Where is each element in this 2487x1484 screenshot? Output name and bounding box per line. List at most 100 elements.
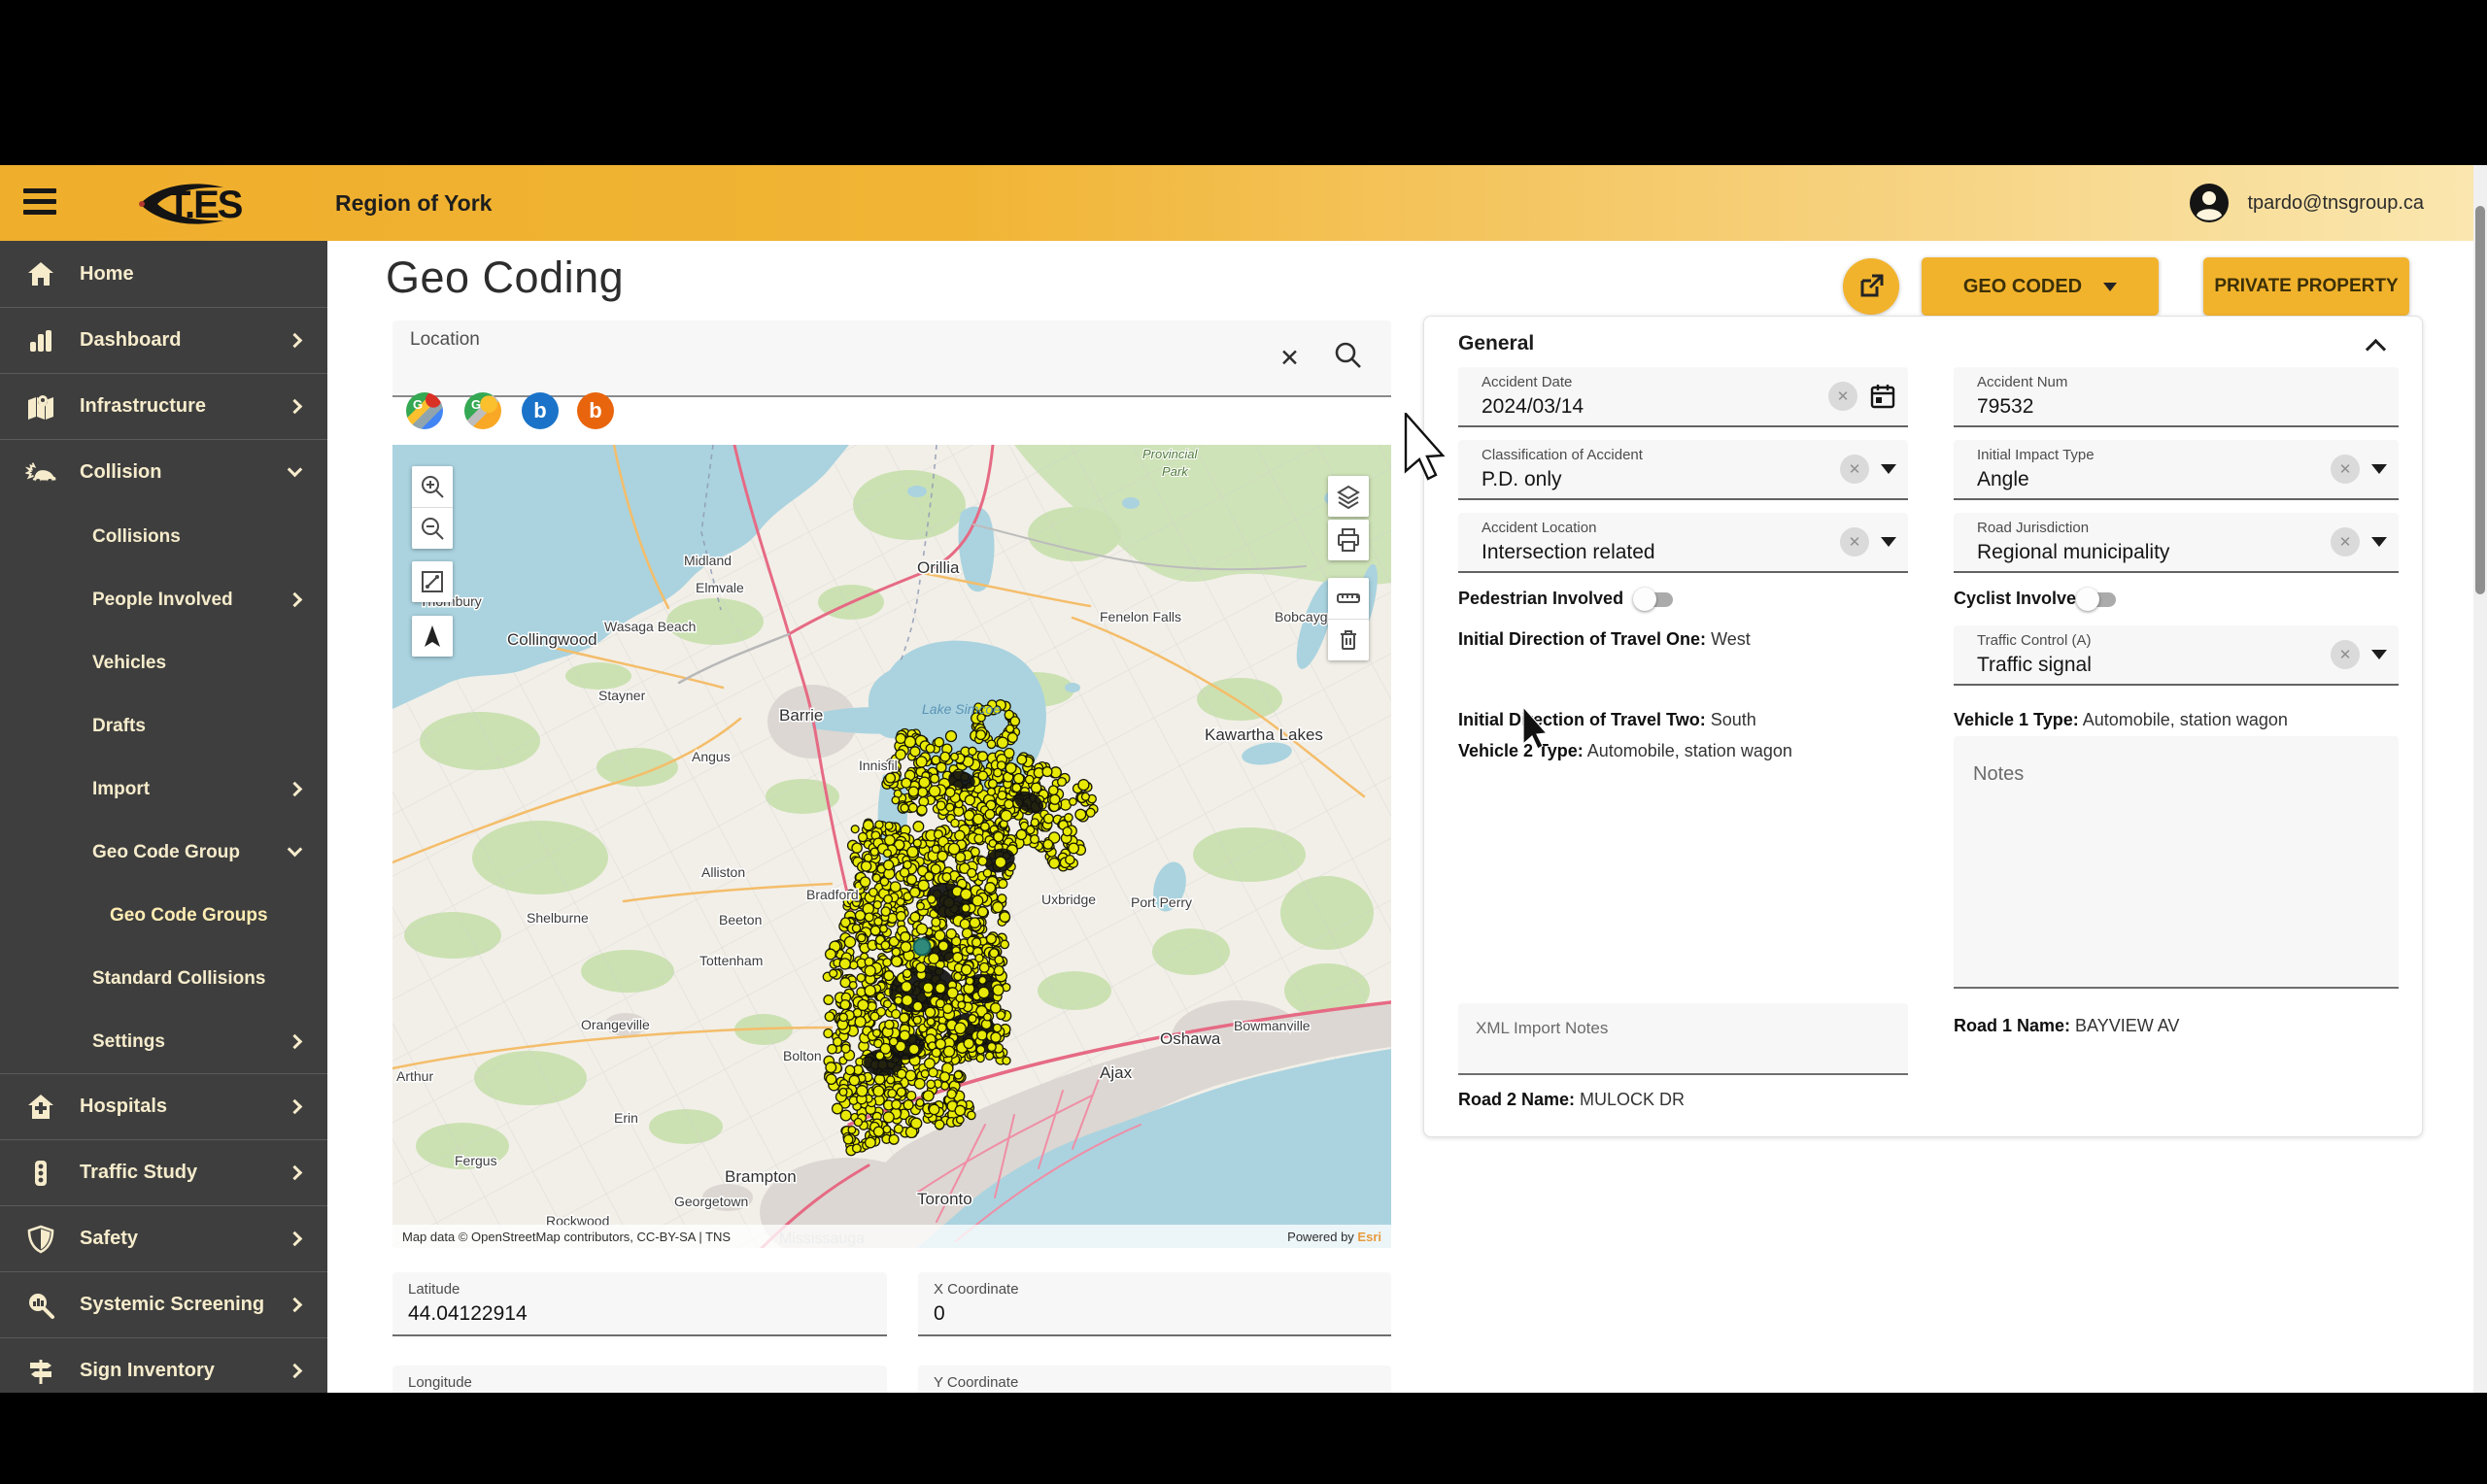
sidebar-item-standard-collisions[interactable]: Standard Collisions: [0, 947, 327, 1010]
initial-impact-field[interactable]: Initial Impact Type Angle ✕: [1954, 440, 2399, 500]
sidebar-item-settings[interactable]: Settings: [0, 1010, 327, 1073]
sidebar-item-vehicles[interactable]: Vehicles: [0, 631, 327, 694]
sidebar-item-home[interactable]: Home: [0, 241, 327, 307]
field-value: 0: [934, 1302, 945, 1326]
sidebar-item-hospitals[interactable]: Hospitals: [0, 1073, 327, 1139]
sidebar-item-label: Import: [92, 779, 290, 800]
cyclist-involved-toggle[interactable]: [2079, 592, 2116, 607]
sidebar-item-collision[interactable]: Collision: [0, 439, 327, 505]
private-property-button[interactable]: PRIVATE PROPERTY: [2203, 257, 2409, 316]
map-label: Ajax: [1100, 1063, 1133, 1082]
dropdown-caret-icon[interactable]: [1881, 464, 1896, 474]
map-label: Fergus: [455, 1153, 497, 1168]
sketch-tool-group: [412, 561, 453, 602]
collapse-panel-icon[interactable]: [2366, 339, 2386, 359]
field-label: Classification of Accident: [1482, 447, 1643, 463]
search-icon[interactable]: [1333, 340, 1362, 374]
map-label: Uxbridge: [1041, 892, 1096, 907]
notes-textarea[interactable]: [1954, 736, 2399, 989]
field-label: Accident Date: [1482, 374, 1572, 390]
sidebar-item-drafts[interactable]: Drafts: [0, 694, 327, 758]
x-coordinate-field[interactable]: X Coordinate0: [918, 1272, 1391, 1336]
page-scrollbar-thumb[interactable]: [2475, 206, 2485, 594]
trash-button[interactable]: [1328, 620, 1369, 660]
field-value: P.D. only: [1482, 468, 1562, 491]
clear-icon[interactable]: ✕: [2331, 527, 2360, 556]
search-clear-icon[interactable]: ✕: [1279, 344, 1300, 373]
longitude-field[interactable]: Longitude: [392, 1366, 887, 1393]
sidebar-item-import[interactable]: Import: [0, 758, 327, 821]
y-coordinate-field[interactable]: Y Coordinate: [918, 1366, 1391, 1393]
user-chip[interactable]: tpardo@tnsgroup.ca: [2189, 165, 2424, 241]
zoom-out-button[interactable]: [412, 508, 453, 549]
bing-maps-link-icon[interactable]: b: [522, 392, 559, 429]
dropdown-caret-icon[interactable]: [2371, 650, 2387, 659]
latitude-field[interactable]: Latitude44.04122914: [392, 1272, 887, 1336]
accident-location-field[interactable]: Accident Location Intersection related ✕: [1458, 513, 1908, 573]
road-jurisdiction-field[interactable]: Road Jurisdiction Regional municipality …: [1954, 513, 2399, 573]
page-scrollbar-track[interactable]: [2473, 165, 2487, 1393]
dropdown-caret-icon[interactable]: [1881, 537, 1896, 547]
layers-group: [1328, 476, 1369, 517]
map-label: Barrie: [779, 706, 823, 725]
clear-icon[interactable]: ✕: [2331, 455, 2360, 484]
field-label: Latitude: [408, 1281, 460, 1298]
bing-aerial-link-icon[interactable]: b: [577, 392, 614, 429]
sidebar-item-traffic-study[interactable]: Traffic Study: [0, 1139, 327, 1205]
layers-button[interactable]: [1328, 476, 1369, 517]
sidebar-item-infrastructure[interactable]: Infrastructure: [0, 373, 327, 439]
measure-button[interactable]: [1328, 578, 1369, 619]
sidebar-item-people-involved[interactable]: People Involved: [0, 568, 327, 631]
select-area-button[interactable]: [412, 561, 453, 602]
dropdown-caret-icon[interactable]: [2371, 537, 2387, 547]
clear-icon[interactable]: ✕: [1840, 455, 1869, 484]
google-maps-link-icon[interactable]: [406, 392, 443, 429]
print-button[interactable]: [1328, 520, 1369, 560]
sidebar-item-sign-inventory[interactable]: Sign Inventory: [0, 1337, 327, 1393]
zoom-in-button[interactable]: [412, 466, 453, 507]
map-label: Kawartha Lakes: [1205, 725, 1323, 744]
calendar-icon[interactable]: [1869, 383, 1896, 410]
map-canvas[interactable]: ProvincialParkMidlandOrilliaElmvaleFenel…: [392, 445, 1391, 1248]
field-label: Traffic Control (A): [1977, 632, 2092, 649]
classification-field[interactable]: Classification of Accident P.D. only ✕: [1458, 440, 1908, 500]
map-label: Provincial: [1142, 447, 1198, 461]
sidebar-item-label: Geo Code Group: [92, 842, 290, 863]
accident-num-field[interactable]: Accident Num 79532: [1954, 367, 2399, 427]
signs-icon: [25, 1356, 56, 1387]
sidebar-item-geo-code-group[interactable]: Geo Code Group: [0, 821, 327, 884]
selected-collision-point[interactable]: [914, 939, 931, 956]
screening-icon: [25, 1290, 56, 1321]
open-in-new-button[interactable]: [1843, 258, 1899, 315]
travel-two-line: Initial Direction of Travel Two: South: [1458, 710, 1756, 730]
cyclist-involved-label: Cyclist Involved: [1954, 589, 2087, 609]
sidebar-item-geo-code-groups[interactable]: Geo Code Groups: [0, 884, 327, 947]
app-bar: T.ES Region of York tpardo@tnsgroup.ca: [0, 165, 2487, 241]
map-label: Midland: [684, 553, 732, 568]
accident-date-field[interactable]: Accident Date 2024/03/14 ✕: [1458, 367, 1908, 427]
sidebar-item-systemic-screening[interactable]: Systemic Screening: [0, 1271, 327, 1337]
clear-icon[interactable]: ✕: [1828, 382, 1857, 411]
collision-icon: [25, 457, 56, 489]
traffic-control-field[interactable]: Traffic Control (A) Traffic signal ✕: [1954, 625, 2399, 686]
clear-icon[interactable]: ✕: [2331, 640, 2360, 669]
field-value: Angle: [1977, 468, 2029, 491]
menu-hamburger-icon[interactable]: [23, 188, 58, 218]
dropdown-caret-icon[interactable]: [2371, 464, 2387, 474]
clear-icon[interactable]: ✕: [1840, 527, 1869, 556]
chevron-down-icon: [288, 842, 303, 858]
sidebar-item-dashboard[interactable]: Dashboard: [0, 307, 327, 373]
map-label: Port Perry: [1131, 894, 1192, 910]
xml-import-notes-textarea[interactable]: [1458, 1003, 1908, 1075]
geo-coded-status-button[interactable]: GEO CODED: [1922, 257, 2159, 316]
pedestrian-involved-toggle[interactable]: [1636, 592, 1673, 607]
google-streetview-link-icon[interactable]: [464, 392, 501, 429]
avatar-icon: [2189, 183, 2230, 223]
sidebar-item-collisions[interactable]: Collisions: [0, 505, 327, 568]
location-search-input[interactable]: [408, 354, 1263, 388]
map-label: Elmvale: [696, 580, 744, 595]
compass-button[interactable]: [412, 616, 453, 657]
map-label: Tottenham: [699, 953, 763, 968]
map-label: Erin: [614, 1110, 638, 1126]
sidebar-item-safety[interactable]: Safety: [0, 1205, 327, 1271]
